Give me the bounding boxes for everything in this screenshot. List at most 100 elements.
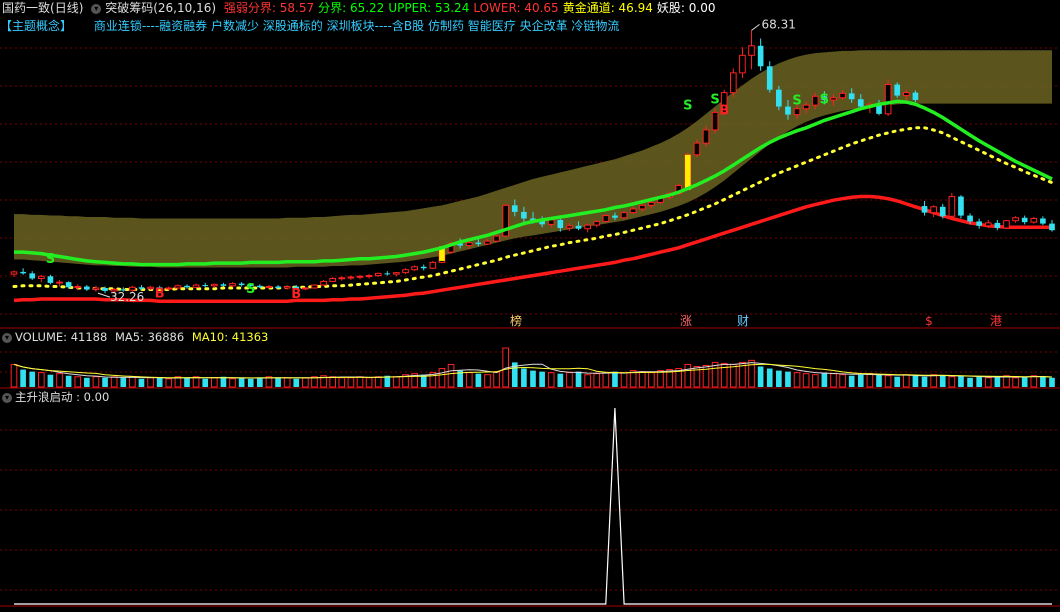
volume-bar — [902, 374, 910, 388]
candle-body — [56, 281, 63, 284]
candle-body — [894, 84, 901, 96]
volume-bar — [275, 377, 281, 387]
chevron-down-icon[interactable]: ▾ — [2, 332, 12, 343]
volume-bar — [793, 372, 801, 388]
candle-body — [839, 92, 846, 99]
candle-body — [939, 206, 946, 217]
candle-body — [374, 272, 382, 277]
candle-body — [602, 215, 610, 222]
candle-body — [802, 104, 810, 110]
candle-body — [302, 287, 309, 290]
volume-bar — [210, 377, 218, 388]
ma10-value: 41363 — [231, 330, 269, 344]
signal-line — [14, 407, 1052, 605]
volume-bar — [848, 375, 855, 387]
volume-bar — [84, 377, 90, 387]
indicator-params: (26,10,16) — [153, 1, 217, 15]
event-marker: 财 — [737, 314, 749, 328]
volume-bar — [602, 372, 610, 388]
candle-body — [138, 287, 145, 289]
candle-body — [766, 66, 773, 90]
volume-bar — [521, 368, 527, 387]
candle-body — [47, 276, 54, 283]
ma5-value: 36886 — [147, 330, 185, 344]
candle-body — [347, 276, 355, 279]
volume-bar — [192, 376, 200, 388]
candle-body — [702, 129, 710, 144]
breakout-candle — [684, 154, 691, 190]
candle-body — [338, 277, 346, 280]
indicator-value: 强弱分界: 58.57 — [223, 1, 315, 15]
candle-body — [648, 201, 655, 206]
volume-bar — [584, 374, 591, 388]
candle-body — [1049, 223, 1055, 231]
candle-body — [257, 285, 263, 288]
volume-bar — [465, 372, 473, 388]
volume-bar — [684, 363, 692, 388]
candle-body — [229, 283, 236, 287]
candle-body — [584, 224, 591, 230]
volume-bar — [1049, 377, 1055, 387]
volume-bar — [493, 371, 500, 388]
signal-marker: B — [291, 287, 301, 302]
kline-chart[interactable]: 68.3132.26SB S BS SBS S榜涨财 $ 港 — [0, 0, 1060, 612]
candle-body — [693, 142, 701, 156]
indicator-value: 黄金通道: 46.94 — [562, 1, 653, 15]
volume-bar — [47, 374, 54, 387]
candle-body — [29, 273, 36, 279]
candle-body — [557, 219, 564, 228]
chevron-down-icon[interactable]: ▾ — [91, 3, 102, 14]
indicator-name: 突破筹码 — [105, 1, 154, 15]
candle-body — [1021, 217, 1028, 223]
volume-bar — [329, 376, 337, 388]
volume-bar — [776, 370, 782, 387]
candle-body — [1030, 217, 1038, 223]
volume-bar — [438, 368, 446, 388]
volume-bar — [876, 374, 882, 387]
volume-bar — [37, 372, 45, 388]
candle-body — [311, 284, 318, 289]
high-pointer — [751, 23, 760, 31]
candle-body — [411, 266, 418, 271]
signal-marker: B — [155, 287, 165, 302]
volume-bar — [138, 378, 145, 387]
volume-bar — [866, 373, 874, 388]
volume-bar — [156, 377, 163, 387]
volume-bar — [1021, 376, 1028, 387]
volume-bar — [612, 371, 618, 387]
volume-bar — [547, 372, 555, 388]
candle-body — [356, 275, 364, 278]
main-header: 国药一致(日线) ▾ 突破筹码(26,10,16) 强弱分界: 58.57 分界: … — [2, 0, 723, 16]
event-marker: 涨 — [680, 313, 692, 328]
candle-body — [165, 287, 173, 290]
volume-bar — [839, 374, 846, 388]
chevron-down-icon[interactable]: ▾ — [2, 392, 12, 403]
volume-header: ▾ VOLUME: 41188 MA5: 36886 MA10: 41363 — [2, 330, 268, 344]
candle-body — [612, 215, 618, 218]
volume-value: 41188 — [70, 330, 108, 344]
signal-marker: S — [683, 98, 692, 113]
candle-body — [638, 204, 646, 210]
candle-body — [65, 282, 72, 288]
candle-body — [930, 206, 937, 214]
candle-body — [384, 273, 391, 275]
candle-body — [921, 206, 928, 213]
candle-body — [711, 111, 719, 131]
volume-bar — [302, 377, 309, 388]
candle-body — [967, 215, 973, 222]
signal-label: 主升浪启动 — [15, 390, 73, 404]
volume-bar — [539, 371, 545, 387]
indicator-value: UPPER: 53.24 — [388, 1, 470, 15]
volume-bar — [802, 373, 810, 388]
candle-body — [283, 286, 291, 289]
volume-bar — [29, 371, 36, 387]
volume-bar — [648, 372, 655, 388]
candle-body — [20, 271, 26, 274]
volume-bar — [939, 375, 946, 387]
candle-body — [739, 54, 746, 74]
signal-marker: S — [46, 252, 55, 267]
candle-body — [902, 92, 910, 97]
candle-body — [210, 283, 218, 287]
concept-label: 【主题概念】 — [0, 19, 73, 33]
volume-bar — [930, 374, 937, 388]
